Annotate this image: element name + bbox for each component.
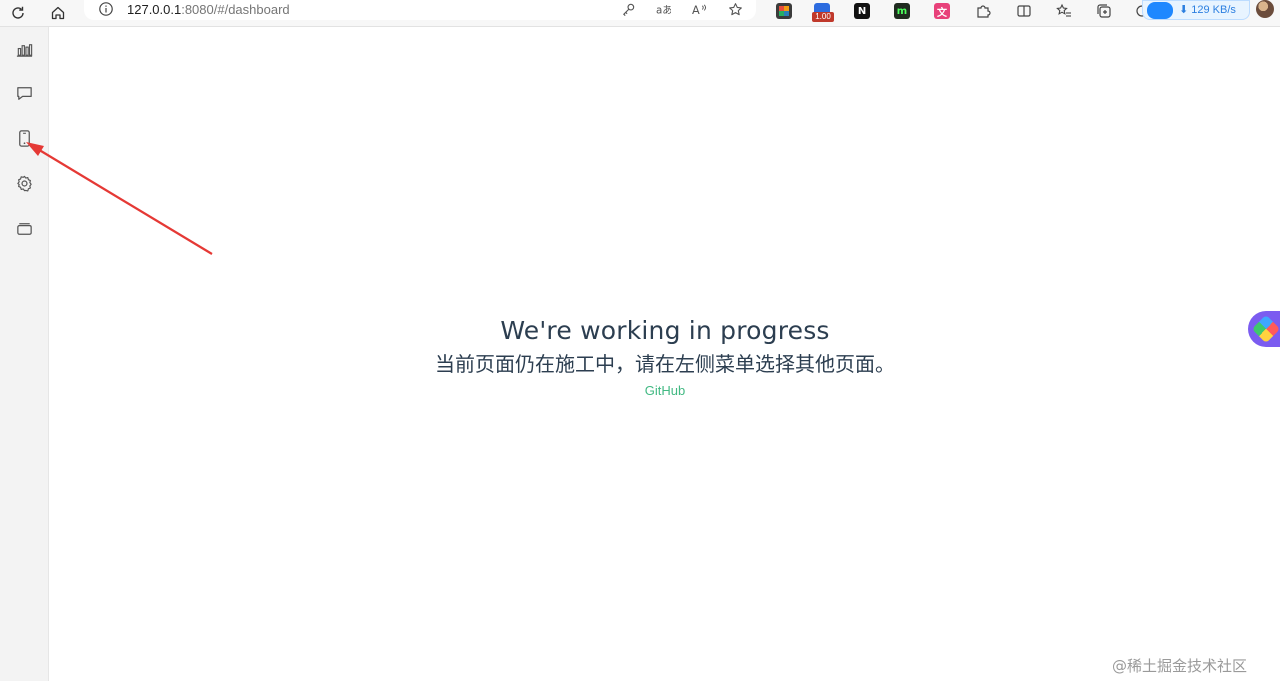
read-aloud-icon: A xyxy=(692,4,706,17)
sidebar-item-cards[interactable] xyxy=(12,216,36,240)
split-screen-icon[interactable] xyxy=(1016,3,1032,19)
notion-icon[interactable]: N xyxy=(854,3,870,19)
key-button[interactable] xyxy=(619,0,637,18)
work-in-progress-message: We're working in progress 当前页面仍在施工中，请在左侧… xyxy=(50,315,1280,400)
key-icon xyxy=(622,3,634,16)
sidebar xyxy=(0,27,49,681)
translate-extension-icon[interactable]: 文 xyxy=(934,3,950,19)
url-text: 127.0.0.1:8080/#/dashboard xyxy=(127,2,290,17)
download-speed: ⬇ 129 KB/s xyxy=(1179,4,1236,16)
home-button[interactable] xyxy=(46,1,70,25)
main-content: We're working in progress 当前页面仍在施工中，请在左侧… xyxy=(50,27,1280,681)
extension-badge: 1.00 xyxy=(812,12,834,22)
favorite-button[interactable] xyxy=(726,0,744,18)
read-aloud-button[interactable]: A xyxy=(690,0,708,18)
home-icon xyxy=(51,6,65,20)
info-icon[interactable] xyxy=(98,1,114,17)
star-icon xyxy=(728,2,742,15)
sidebar-item-settings[interactable] xyxy=(12,171,36,195)
cloud-icon xyxy=(1147,2,1173,19)
floating-assistant-button[interactable] xyxy=(1248,311,1280,347)
translate-icon: aあ xyxy=(656,4,671,16)
sidebar-item-dashboard[interactable] xyxy=(12,37,36,61)
download-speed-widget[interactable]: ⬇ 129 KB/s xyxy=(1142,0,1250,20)
page-subtitle: 当前页面仍在施工中，请在左侧菜单选择其他页面。 xyxy=(435,352,895,376)
sidebar-item-chat[interactable] xyxy=(12,81,36,105)
favorites-icon[interactable] xyxy=(1056,3,1072,19)
puzzle-icon[interactable] xyxy=(975,3,991,19)
extension-icon[interactable]: m xyxy=(894,3,910,19)
cube-icon xyxy=(1251,314,1280,344)
svg-text:aあ: aあ xyxy=(656,4,671,16)
watermark: @稀土掘金技术社区 xyxy=(1112,657,1248,675)
bar-chart-icon xyxy=(16,43,32,57)
reload-button[interactable] xyxy=(6,1,30,25)
collections-icon[interactable] xyxy=(1096,3,1112,19)
translate-button[interactable]: aあ xyxy=(654,0,672,18)
avatar[interactable] xyxy=(1256,0,1274,18)
gear-icon xyxy=(16,175,32,191)
svg-text:A: A xyxy=(692,4,700,17)
card-stack-icon xyxy=(16,222,32,235)
page-title: We're working in progress xyxy=(500,316,830,345)
chat-icon xyxy=(16,86,32,100)
sidebar-item-mobile[interactable] xyxy=(12,126,36,150)
address-bar[interactable]: 127.0.0.1:8080/#/dashboard aあ A xyxy=(84,0,756,20)
reload-icon xyxy=(12,6,24,19)
extension-icon[interactable] xyxy=(776,3,792,19)
github-link[interactable]: GitHub xyxy=(645,383,685,398)
browser-toolbar: 127.0.0.1:8080/#/dashboard aあ A 1.00 N m… xyxy=(0,0,1280,27)
mobile-device-icon xyxy=(18,129,30,147)
